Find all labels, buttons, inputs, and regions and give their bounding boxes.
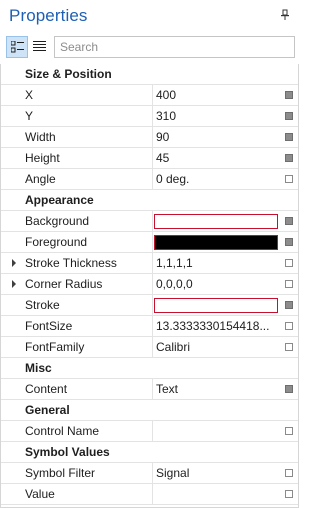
category-size-position[interactable]: Size & Position bbox=[1, 64, 298, 85]
property-name: Content bbox=[25, 382, 68, 396]
property-value-y[interactable]: 310 bbox=[156, 109, 278, 123]
column-divider bbox=[152, 232, 153, 253]
property-marker[interactable] bbox=[285, 175, 293, 183]
property-marker[interactable] bbox=[285, 301, 293, 309]
property-value-fontsize[interactable]: 13.3333330154418... bbox=[156, 319, 278, 333]
property-grid: Size & Position X 400 Y 310 Width 90 Hei… bbox=[0, 64, 299, 508]
property-name: Stroke Thickness bbox=[25, 256, 117, 270]
category-symbol-values[interactable]: Symbol Values bbox=[1, 442, 298, 463]
property-name: Foreground bbox=[25, 235, 88, 249]
property-marker[interactable] bbox=[285, 133, 293, 141]
property-name: Height bbox=[25, 151, 60, 165]
property-marker[interactable] bbox=[285, 91, 293, 99]
property-row-fontsize[interactable]: FontSize 13.3333330154418... bbox=[1, 316, 298, 337]
foreground-color-swatch[interactable] bbox=[154, 235, 278, 250]
expand-arrow-icon[interactable] bbox=[12, 259, 16, 267]
property-row-stroke[interactable]: Stroke bbox=[1, 295, 298, 316]
property-marker[interactable] bbox=[285, 112, 293, 120]
expand-arrow-icon[interactable] bbox=[12, 280, 16, 288]
property-name: X bbox=[25, 88, 34, 102]
property-row-content[interactable]: Content Text bbox=[1, 379, 298, 400]
property-value-width[interactable]: 90 bbox=[156, 130, 278, 144]
column-divider bbox=[152, 127, 153, 148]
property-row-angle[interactable]: Angle 0 deg. bbox=[1, 169, 298, 190]
property-marker[interactable] bbox=[285, 427, 293, 435]
column-divider bbox=[152, 253, 153, 274]
stroke-color-swatch[interactable] bbox=[154, 298, 278, 313]
property-row-width[interactable]: Width 90 bbox=[1, 127, 298, 148]
property-name: FontSize bbox=[25, 319, 73, 333]
property-marker[interactable] bbox=[285, 343, 293, 351]
property-name: Y bbox=[25, 109, 34, 123]
background-color-swatch[interactable] bbox=[154, 214, 278, 229]
category-general[interactable]: General bbox=[1, 400, 298, 421]
property-name: Corner Radius bbox=[25, 277, 103, 291]
column-divider bbox=[152, 484, 153, 505]
property-value-symbol-filter[interactable]: Signal bbox=[156, 466, 278, 480]
property-name: Control Name bbox=[25, 424, 100, 438]
property-value-corner-radius[interactable]: 0,0,0,0 bbox=[156, 277, 278, 291]
column-divider bbox=[152, 211, 153, 232]
property-value-fontfamily[interactable]: Calibri bbox=[156, 340, 278, 354]
properties-header: Properties bbox=[0, 0, 299, 34]
property-marker[interactable] bbox=[285, 280, 293, 288]
search-input[interactable] bbox=[55, 37, 294, 57]
property-name: Symbol Filter bbox=[25, 466, 96, 480]
property-row-control-name[interactable]: Control Name bbox=[1, 421, 298, 442]
alphabetical-view-button[interactable] bbox=[29, 36, 51, 58]
column-divider bbox=[152, 337, 153, 358]
categorized-icon bbox=[11, 41, 24, 53]
column-divider bbox=[152, 106, 153, 127]
property-name: Width bbox=[25, 130, 56, 144]
property-row-y[interactable]: Y 310 bbox=[1, 106, 298, 127]
property-name: Angle bbox=[25, 172, 56, 186]
property-name: FontFamily bbox=[25, 340, 85, 354]
column-divider bbox=[152, 295, 153, 316]
search-box[interactable] bbox=[54, 36, 295, 58]
property-marker[interactable] bbox=[285, 238, 293, 246]
property-value-height[interactable]: 45 bbox=[156, 151, 278, 165]
property-value-stroke-thickness[interactable]: 1,1,1,1 bbox=[156, 256, 278, 270]
property-row-stroke-thickness[interactable]: Stroke Thickness 1,1,1,1 bbox=[1, 253, 298, 274]
property-name: Value bbox=[25, 487, 55, 501]
property-marker[interactable] bbox=[285, 322, 293, 330]
property-marker[interactable] bbox=[285, 385, 293, 393]
list-icon bbox=[33, 41, 46, 51]
column-divider bbox=[152, 169, 153, 190]
column-divider bbox=[152, 463, 153, 484]
category-misc[interactable]: Misc bbox=[1, 358, 298, 379]
property-marker[interactable] bbox=[285, 469, 293, 477]
column-divider bbox=[152, 148, 153, 169]
properties-toolbar bbox=[0, 34, 299, 62]
property-row-corner-radius[interactable]: Corner Radius 0,0,0,0 bbox=[1, 274, 298, 295]
property-row-height[interactable]: Height 45 bbox=[1, 148, 298, 169]
property-marker[interactable] bbox=[285, 217, 293, 225]
property-value-x[interactable]: 400 bbox=[156, 88, 278, 102]
property-row-x[interactable]: X 400 bbox=[1, 85, 298, 106]
column-divider bbox=[152, 274, 153, 295]
property-row-symbol-filter[interactable]: Symbol Filter Signal bbox=[1, 463, 298, 484]
property-value-angle[interactable]: 0 deg. bbox=[156, 172, 278, 186]
panel-title: Properties bbox=[9, 6, 88, 25]
property-row-fontfamily[interactable]: FontFamily Calibri bbox=[1, 337, 298, 358]
property-marker[interactable] bbox=[285, 490, 293, 498]
property-name: Background bbox=[25, 214, 90, 228]
column-divider bbox=[152, 421, 153, 442]
property-value-content[interactable]: Text bbox=[156, 382, 278, 396]
column-divider bbox=[152, 85, 153, 106]
property-row-value[interactable]: Value bbox=[1, 484, 298, 505]
category-appearance[interactable]: Appearance bbox=[1, 190, 298, 211]
pin-icon[interactable] bbox=[280, 9, 290, 21]
column-divider bbox=[152, 379, 153, 400]
column-divider bbox=[152, 316, 153, 337]
categorized-view-button[interactable] bbox=[6, 36, 28, 58]
property-row-foreground[interactable]: Foreground bbox=[1, 232, 298, 253]
property-row-background[interactable]: Background bbox=[1, 211, 298, 232]
property-name: Stroke bbox=[25, 298, 60, 312]
property-marker[interactable] bbox=[285, 259, 293, 267]
property-marker[interactable] bbox=[285, 154, 293, 162]
